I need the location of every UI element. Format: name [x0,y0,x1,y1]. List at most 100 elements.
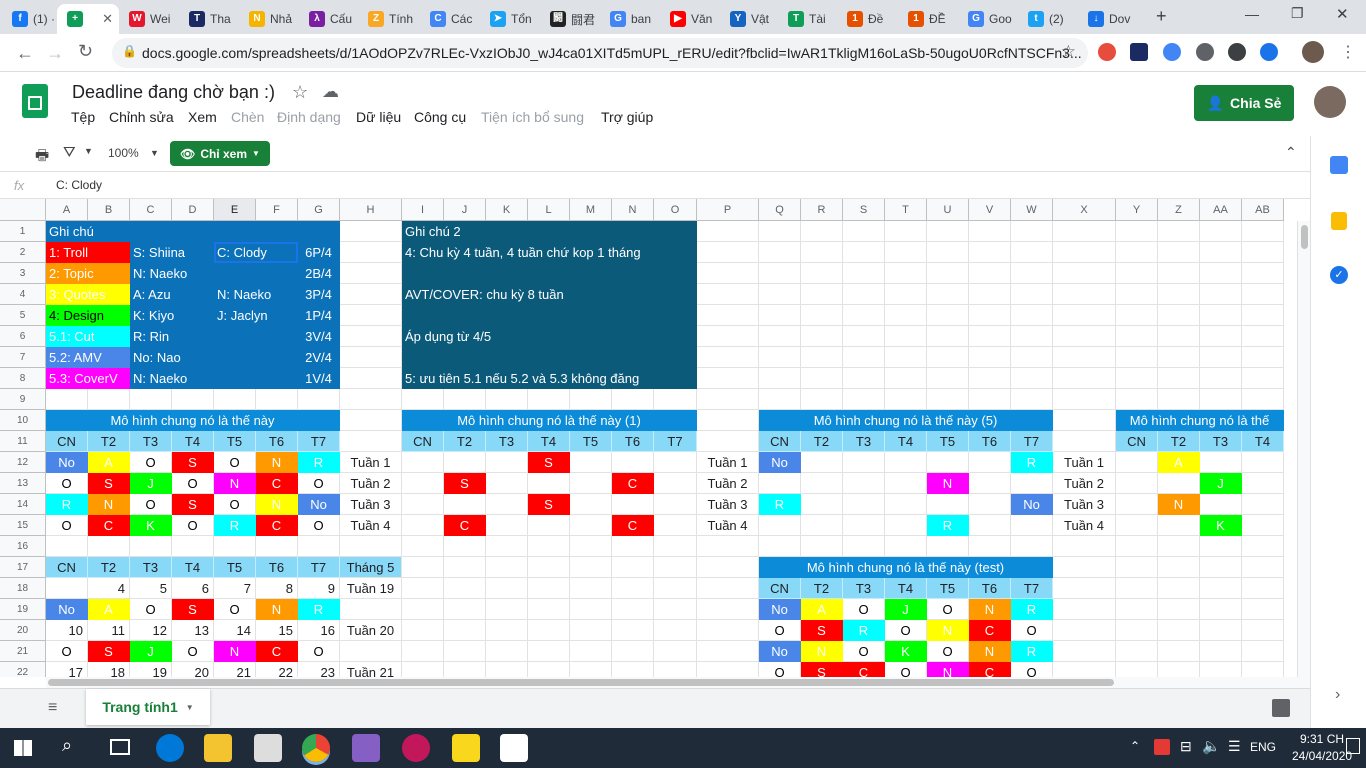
browser-tab[interactable]: ➤ Tổn [480,4,540,34]
grid-cell[interactable] [1011,473,1053,494]
grid-cell[interactable] [801,494,843,515]
grid-cell[interactable] [843,221,885,242]
grid-cell[interactable] [927,221,969,242]
day-header-cell[interactable]: CN [46,557,88,578]
column-header[interactable]: Y [1116,199,1158,221]
grid-cell[interactable] [1242,221,1284,242]
schedule-cell[interactable]: S [172,494,214,515]
column-header[interactable]: Q [759,199,801,221]
grid-cell[interactable] [759,536,801,557]
filter-icon[interactable]: ⛛ [63,144,76,161]
day-header-cell[interactable]: T7 [1011,431,1053,452]
day-header-cell[interactable]: T4 [528,431,570,452]
grid-cell[interactable] [1011,221,1053,242]
grid-cell[interactable] [1200,242,1242,263]
grid-cell[interactable] [654,557,697,578]
grid-cell[interactable] [486,389,528,410]
grid-cell[interactable] [612,452,654,473]
grid-cell[interactable] [444,641,486,662]
date-cell[interactable]: 15 [256,620,298,641]
grid-cell[interactable] [969,389,1011,410]
grid-cell[interactable] [1242,536,1284,557]
day-header-cell[interactable]: T2 [88,431,130,452]
row-header[interactable]: 11 [0,431,46,452]
grid-cell[interactable] [1158,557,1200,578]
column-header[interactable]: K [486,199,528,221]
schedule-cell[interactable]: S [528,494,570,515]
grid-cell[interactable] [885,305,927,326]
grid-cell[interactable] [654,578,697,599]
day-header-cell[interactable]: T2 [1158,431,1200,452]
grid-cell[interactable] [1116,599,1158,620]
schedule-cell[interactable]: R [46,494,88,515]
schedule-cell[interactable]: O [298,515,340,536]
grid-cell[interactable] [1200,620,1242,641]
schedule-cell[interactable]: C [612,473,654,494]
grid-cell[interactable] [801,515,843,536]
extension-icon[interactable] [1163,43,1181,61]
row-header[interactable]: 2 [0,242,46,263]
day-header-cell[interactable]: T5 [570,431,612,452]
grid-cell[interactable] [885,515,927,536]
schedule-cell[interactable]: K [885,641,927,662]
grid-cell[interactable] [214,389,256,410]
grid-cell[interactable] [927,242,969,263]
edge-icon[interactable] [156,734,184,762]
grid-cell[interactable] [612,494,654,515]
browser-tab[interactable]: 1 ĐỀ [898,4,958,34]
grid-cell[interactable] [444,662,486,677]
grid-cell[interactable] [1242,347,1284,368]
grid-cell[interactable] [843,452,885,473]
date-cell[interactable]: 16 [298,620,340,641]
grid-cell[interactable] [528,536,570,557]
schedule-cell[interactable]: A [88,452,130,473]
grid-cell[interactable] [172,389,214,410]
schedule-cell[interactable]: N [969,599,1011,620]
start-icon[interactable] [14,740,32,756]
row-header[interactable]: 12 [0,452,46,473]
grid-cell[interactable] [843,326,885,347]
browser-tab[interactable]: ↓ Dov [1078,4,1138,34]
schedule-cell[interactable]: R [759,494,801,515]
grid-cell[interactable] [1053,641,1116,662]
schedule-cell[interactable]: C [88,515,130,536]
grid-cell[interactable] [612,536,654,557]
grid-cell[interactable] [402,515,444,536]
notifications-icon[interactable] [1346,738,1360,754]
grid-cell[interactable] [1242,452,1284,473]
schedule-cell[interactable]: O [46,641,88,662]
day-header-cell[interactable]: T2 [88,557,130,578]
column-header[interactable]: B [88,199,130,221]
grid-cell[interactable] [1053,662,1116,677]
grid-cell[interactable] [1011,242,1053,263]
grid-cell[interactable] [654,662,697,677]
day-header-cell[interactable]: T7 [654,431,697,452]
grid-cell[interactable] [340,326,402,347]
grid-cell[interactable] [570,662,612,677]
grid-cell[interactable] [1053,326,1116,347]
grid-cell[interactable] [1158,368,1200,389]
schedule-cell[interactable]: O [172,473,214,494]
schedule-cell[interactable]: R [214,515,256,536]
grid-cell[interactable] [1053,221,1116,242]
grid-cell[interactable] [1242,662,1284,677]
grid-cell[interactable] [402,452,444,473]
cell[interactable]: 4: Chu kỳ 4 tuần, 4 tuần chứ kop 1 tháng [402,242,697,263]
forward-icon[interactable]: → [46,43,64,64]
grid-cell[interactable] [969,263,1011,284]
day-header-cell[interactable]: CN [759,431,801,452]
grid-cell[interactable] [1158,305,1200,326]
date-cell[interactable]: 9 [298,578,340,599]
grid-cell[interactable] [1011,347,1053,368]
file-explorer-icon[interactable] [204,734,232,762]
schedule-cell[interactable]: C [843,662,885,677]
grid-cell[interactable] [927,389,969,410]
grid-cell[interactable] [1053,620,1116,641]
grid-cell[interactable] [88,536,130,557]
grid-cell[interactable] [697,368,759,389]
grid-cell[interactable] [340,368,402,389]
cell[interactable] [214,326,298,347]
grid-cell[interactable] [1242,641,1284,662]
schedule-cell[interactable]: N [88,494,130,515]
grid-cell[interactable] [1242,326,1284,347]
